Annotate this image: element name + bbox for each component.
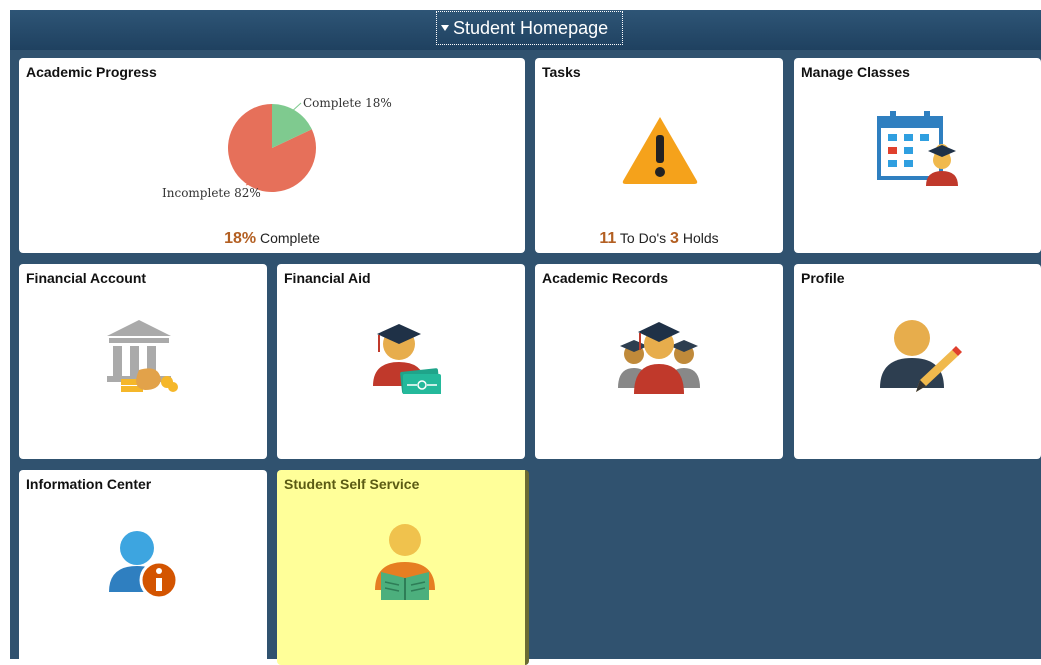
tile-academic-progress[interactable]: Academic Progress Complete 18% Incomplet… [19,58,525,253]
tile-title: Manage Classes [801,64,910,80]
graduate-money-icon [373,324,441,394]
tile-title: Financial Aid [284,270,371,286]
holds-label: Holds [682,230,719,246]
homepage-title: Student Homepage [453,18,609,38]
progress-summary-label: Complete [260,230,320,246]
bank-moneybag-icon [107,320,178,392]
student-reading-icon [375,524,435,600]
tile-title: Financial Account [26,270,147,286]
caret-down-icon [441,25,449,31]
tile-financial-aid[interactable]: Financial Aid [277,264,525,459]
homepage-selector-button[interactable]: Student Homepage [436,11,623,45]
tile-title: Information Center [26,476,152,492]
progress-pie-chart [228,102,316,192]
tile-academic-records[interactable]: Academic Records [535,264,783,459]
tasks-summary: 11 To Do's 3 Holds [535,230,783,248]
tile-title: Profile [801,270,845,286]
calendar-student-icon [877,111,958,186]
progress-summary-value: 18% [224,230,257,247]
profile-edit-icon [880,320,962,392]
holds-count: 3 [670,230,679,247]
graduates-group-icon [618,322,700,394]
tile-title: Tasks [542,64,581,80]
progress-summary: 18% Complete [19,230,525,248]
warning-icon [622,117,698,184]
tile-tasks[interactable]: Tasks 11 To Do's 3 Holds [535,58,783,253]
tile-title: Academic Records [542,270,669,286]
pie-label-complete: Complete 18% [303,96,392,110]
todos-label: To Do's [619,230,667,246]
pie-label-incomplete: Incomplete 82% [162,186,261,200]
tile-title: Student Self Service [284,476,420,492]
tile-information-center[interactable]: Information Center [19,470,267,665]
homepage-frame: Student Homepage Academic Progress Compl… [10,10,1041,665]
todos-count: 11 [599,230,617,247]
tile-profile[interactable]: Profile [794,264,1041,459]
person-info-icon [109,531,179,600]
tile-financial-account[interactable]: Financial Account [19,264,267,459]
header-bar: Student Homepage [10,10,1041,50]
tile-manage-classes[interactable]: Manage Classes [794,58,1041,253]
tile-student-self-service[interactable]: Student Self Service [277,470,529,665]
